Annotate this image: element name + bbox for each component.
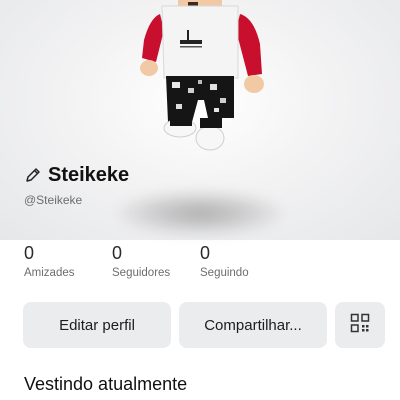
qr-code-button[interactable] — [335, 302, 385, 348]
friends-label: Amizades — [24, 267, 75, 279]
followers-label: Seguidores — [112, 267, 171, 279]
avatar-figure — [140, 0, 264, 151]
qr-code-icon — [350, 313, 370, 337]
friends-count: 0 — [24, 243, 35, 263]
pencil-icon[interactable] — [24, 166, 42, 184]
display-name: Steikeke — [48, 163, 130, 186]
share-button[interactable]: Compartilhar... — [179, 302, 327, 348]
wearing-section-title: Vestindo atualmente — [24, 374, 188, 394]
stat-following[interactable]: 0 Seguindo — [200, 242, 249, 279]
edit-profile-button[interactable]: Editar perfil — [23, 302, 171, 348]
followers-count: 0 — [112, 243, 123, 263]
following-label: Seguindo — [200, 267, 249, 279]
stat-friends[interactable]: 0 Amizades — [24, 242, 75, 279]
profile-name-row: Steikeke — [24, 160, 129, 190]
avatar-3d[interactable] — [130, 0, 270, 160]
stat-followers[interactable]: 0 Seguidores — [112, 242, 170, 279]
avatar-shadow — [115, 190, 285, 236]
username: @Steikeke — [24, 193, 83, 207]
following-count: 0 — [200, 243, 211, 263]
